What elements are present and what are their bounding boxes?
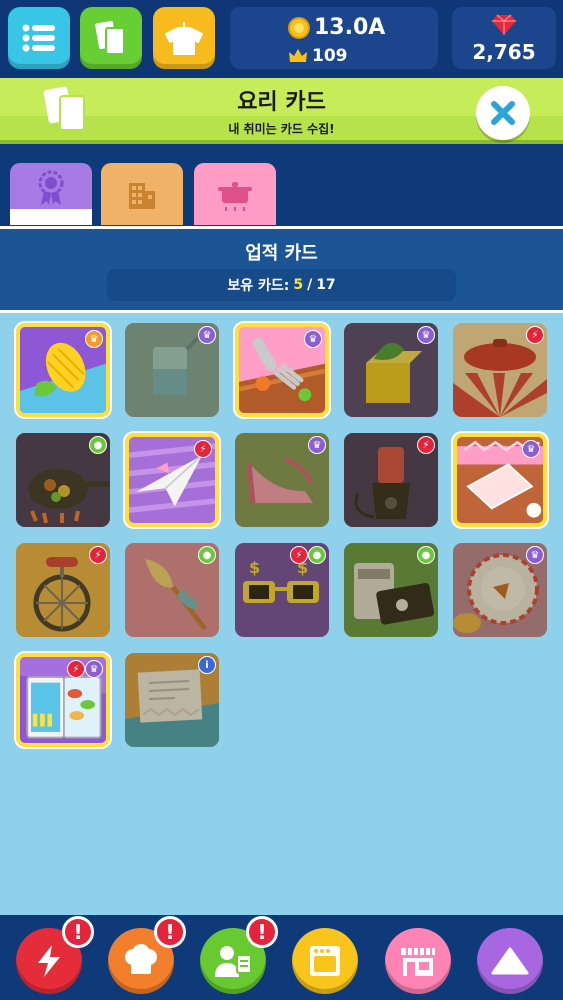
card-feather-duster[interactable]: ●	[125, 543, 219, 637]
crown-badge-icon: ♛	[308, 436, 326, 454]
crown-badge-icon: ♛	[417, 326, 435, 344]
close-icon	[491, 101, 515, 125]
card-fork[interactable]: ♛	[235, 323, 329, 417]
crown-badge-icon: ♛	[198, 326, 216, 344]
card-frying-pan[interactable]: ●	[16, 433, 110, 527]
crown-icon	[289, 49, 307, 62]
tab-active-indicator	[10, 209, 92, 225]
count-separator: /	[307, 277, 313, 293]
lightning-badge-icon: ⚡	[89, 546, 107, 564]
lightning-icon	[38, 945, 60, 977]
crown-badge-icon: ♛	[304, 330, 322, 348]
gem-value: 2,765	[472, 40, 536, 64]
lightning-badge-icon: ⚡	[526, 326, 544, 344]
alert-badge: !	[246, 916, 278, 948]
person-badge-icon: ●	[308, 546, 326, 564]
card-unicycle[interactable]: ⚡	[16, 543, 110, 637]
tab-achievement[interactable]	[10, 163, 92, 225]
crown-value: 109	[312, 46, 348, 66]
nav-kitchen-button[interactable]	[292, 928, 358, 994]
card-letter[interactable]: i	[125, 653, 219, 747]
total-count: 17	[316, 277, 336, 293]
pot-icon	[218, 182, 252, 211]
currency-panel: 13.0A 109	[230, 7, 438, 69]
building-icon	[129, 183, 155, 209]
card-dollar-glasses[interactable]: $ $ ⚡ ●	[235, 543, 329, 637]
manager-icon	[215, 946, 252, 977]
owned-cards-counter: 보유 카드: 5 / 17	[107, 269, 456, 301]
crown-badge-icon: ♛	[85, 330, 103, 348]
owned-label: 보유 카드:	[227, 278, 290, 294]
triangle-up-icon	[491, 947, 529, 975]
category-tabs	[0, 148, 563, 228]
lightning-badge-icon: ⚡	[194, 440, 212, 458]
nav-chefs-button[interactable]: !	[108, 916, 186, 994]
card-blender[interactable]: ⚡	[344, 433, 438, 527]
crown-counter: 109	[288, 46, 348, 66]
owned-count: 5	[293, 277, 304, 293]
list-icon	[22, 24, 55, 52]
gem-panel[interactable]: 2,765	[452, 7, 556, 69]
nav-shop-button[interactable]	[385, 928, 451, 994]
card-black-card[interactable]: ●	[344, 543, 438, 637]
card-pot-lid[interactable]: ⚡	[453, 323, 547, 417]
crown-badge-icon: ♛	[522, 440, 540, 458]
info-badge-icon: i	[198, 656, 216, 674]
card-high-heel[interactable]: ♛	[235, 433, 329, 527]
tab-cooking[interactable]	[194, 163, 276, 225]
lightning-badge-icon: ⚡	[67, 660, 85, 678]
card-napkin[interactable]: ♛	[453, 433, 547, 527]
card-corn[interactable]: ♛	[16, 323, 110, 417]
coin-counter: 13.0A	[288, 15, 385, 40]
oven-icon	[310, 946, 340, 976]
coin-icon	[288, 16, 310, 39]
lightning-badge-icon: ⚡	[290, 546, 308, 564]
alert-badge: !	[62, 916, 94, 948]
card-paper-plane[interactable]: ⚡	[125, 433, 219, 527]
person-badge-icon: ●	[417, 546, 435, 564]
nav-managers-button[interactable]: !	[200, 916, 278, 994]
nav-boost-button[interactable]: !	[16, 916, 94, 994]
outfit-button[interactable]	[153, 7, 215, 69]
shirt-icon	[165, 22, 203, 55]
tab-building[interactable]	[101, 163, 183, 225]
coin-value: 13.0A	[314, 15, 386, 40]
card-grid: ♛ ♛ ♛ ♛ ⚡ ● ⚡ ♛ ⚡ ♛ ⚡ ● $ $ ⚡ ● ● ♛ ⚡ ♛ …	[0, 310, 563, 915]
crown-badge-icon: ♛	[526, 546, 544, 564]
card-plate[interactable]: ♛	[453, 543, 547, 637]
person-badge-icon: ●	[198, 546, 216, 564]
card-cash-box[interactable]: ♛	[344, 323, 438, 417]
alert-badge: !	[154, 916, 186, 948]
section-title: 업적 카드	[245, 243, 318, 264]
card-fridge[interactable]: ⚡ ♛	[16, 653, 110, 747]
top-bar: 13.0A 109 2,765	[0, 0, 563, 78]
nav-upgrade-button[interactable]	[477, 928, 543, 994]
cards-icon	[95, 20, 125, 55]
close-button[interactable]	[476, 86, 530, 140]
bottom-navigation: ! ! !	[0, 915, 563, 1000]
shop-icon	[401, 948, 435, 976]
crown-badge-icon: ♛	[85, 660, 103, 678]
gem-icon	[492, 14, 516, 35]
cards-button[interactable]	[80, 7, 142, 69]
lightning-badge-icon: ⚡	[417, 436, 435, 454]
card-beaker[interactable]: ♛	[125, 323, 219, 417]
menu-button[interactable]	[8, 7, 70, 69]
person-badge-icon: ●	[89, 436, 107, 454]
chef-hat-icon	[125, 944, 157, 974]
section-header: 업적 카드 보유 카드: 5 / 17	[0, 226, 563, 310]
ribbon-icon	[38, 170, 64, 205]
